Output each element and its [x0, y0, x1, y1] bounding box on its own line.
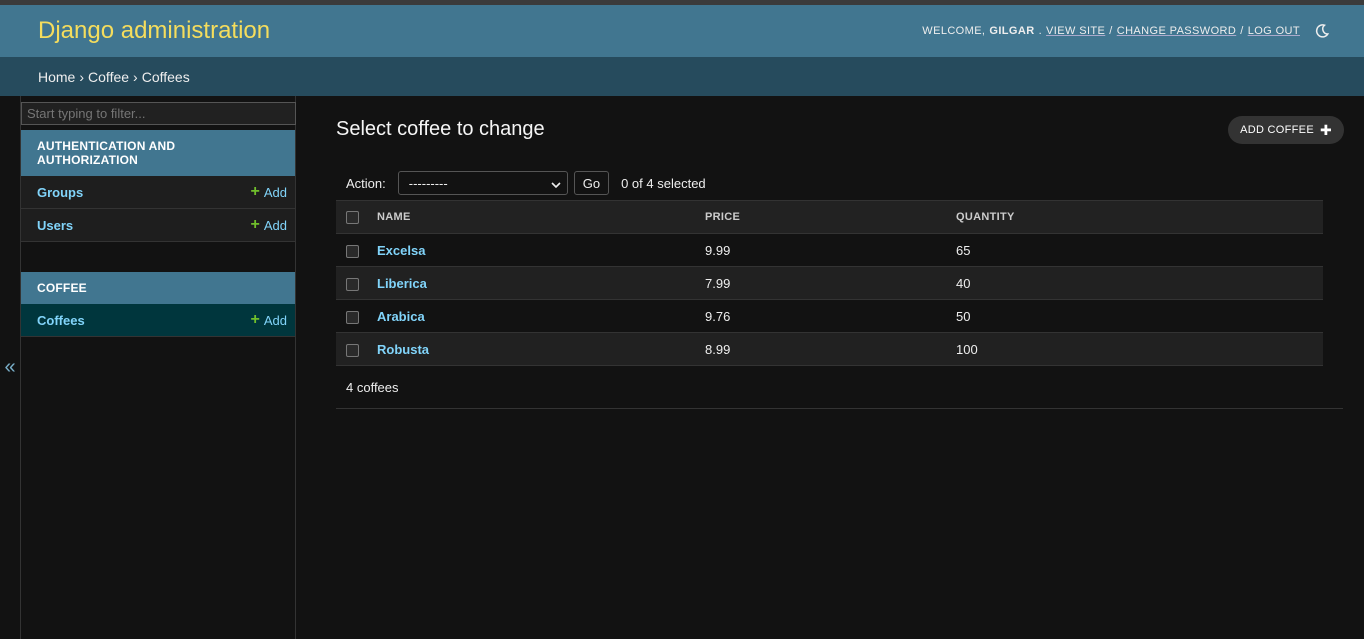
breadcrumb-coffee[interactable]: Coffee — [88, 69, 129, 85]
add-user-link[interactable]: + Add — [251, 217, 287, 233]
paginator: 4 coffees — [336, 366, 1343, 409]
table-row: Arabica 9.76 50 — [336, 299, 1323, 333]
row-quantity: 40 — [955, 266, 1323, 300]
plus-icon: + — [250, 183, 260, 200]
column-header-quantity[interactable]: QUANTITY — [955, 200, 1323, 234]
module-caption-auth[interactable]: AUTHENTICATION AND AUTHORIZATION — [21, 130, 295, 176]
table-row: Excelsa 9.99 65 — [336, 233, 1323, 267]
add-label: Add — [263, 312, 287, 328]
separator: / — [1240, 25, 1244, 37]
change-password-link[interactable]: CHANGE PASSWORD — [1117, 25, 1236, 37]
add-coffee-label: ADD COFFEE — [1240, 124, 1314, 136]
username: GILGAR — [989, 25, 1035, 37]
module-caption-coffee[interactable]: COFFEE — [21, 272, 295, 304]
moon-icon[interactable] — [1314, 23, 1330, 39]
select-all-checkbox[interactable] — [346, 210, 359, 224]
chevron-down-icon — [551, 176, 561, 191]
add-coffee-sidebar-link[interactable]: + Add — [251, 312, 287, 328]
module-auth: AUTHENTICATION AND AUTHORIZATION Groups … — [21, 130, 295, 242]
toggle-sidebar-button[interactable]: « — [0, 96, 21, 639]
row-price: 7.99 — [704, 266, 955, 300]
sidebar-item-coffees: Coffees + Add — [21, 304, 295, 337]
header: Django administration WELCOME, GILGAR. V… — [0, 5, 1364, 57]
row-price: 9.99 — [704, 233, 955, 267]
breadcrumb: Home › Coffee › Coffees — [0, 57, 1364, 96]
row-price: 8.99 — [704, 332, 955, 366]
user-tools: WELCOME, GILGAR. VIEW SITE / CHANGE PASS… — [922, 23, 1330, 39]
row-quantity: 65 — [955, 233, 1323, 267]
row-checkbox[interactable] — [346, 310, 359, 324]
row-checkbox[interactable] — [346, 343, 359, 357]
action-label: Action: — [346, 175, 386, 191]
log-out-link[interactable]: LOG OUT — [1248, 25, 1300, 37]
sidebar-item-groups: Groups + Add — [21, 176, 295, 209]
selection-counter: 0 of 4 selected — [621, 175, 706, 191]
sidebar-item-coffees-link[interactable]: Coffees — [37, 313, 85, 328]
actions-bar: Action: --------- Go 0 of 4 selected — [336, 166, 1364, 200]
add-label: Add — [263, 184, 287, 200]
go-button[interactable]: Go — [573, 171, 610, 195]
plus-icon: + — [250, 216, 260, 233]
add-label: Add — [263, 217, 287, 233]
sidebar: AUTHENTICATION AND AUTHORIZATION Groups … — [21, 96, 296, 639]
welcome-text: WELCOME, — [922, 25, 986, 37]
action-select[interactable]: --------- — [397, 171, 568, 195]
add-coffee-button[interactable]: ADD COFFEE ✚ — [1228, 116, 1344, 144]
sidebar-filter-input[interactable] — [21, 102, 296, 125]
row-checkbox[interactable] — [346, 244, 359, 258]
breadcrumb-separator: › — [79, 68, 85, 85]
breadcrumb-home[interactable]: Home — [38, 69, 75, 85]
row-quantity: 50 — [955, 299, 1323, 333]
column-header-price[interactable]: PRICE — [704, 200, 955, 234]
sidebar-item-groups-link[interactable]: Groups — [37, 185, 83, 200]
row-checkbox[interactable] — [346, 277, 359, 291]
action-selected-value: --------- — [408, 175, 448, 191]
results-table: NAME PRICE QUANTITY Excelsa 9.99 65 Libe — [336, 200, 1343, 409]
content: Select coffee to change ADD COFFEE ✚ Act… — [296, 96, 1364, 639]
row-price: 9.76 — [704, 299, 955, 333]
table-row: Robusta 8.99 100 — [336, 332, 1323, 366]
sidebar-item-users-link[interactable]: Users — [37, 218, 73, 233]
view-site-link[interactable]: VIEW SITE — [1046, 25, 1105, 37]
row-name-link[interactable]: Robusta — [377, 342, 429, 357]
plus-icon: + — [250, 311, 260, 328]
row-name-link[interactable]: Excelsa — [377, 243, 425, 258]
row-name-link[interactable]: Arabica — [377, 309, 425, 324]
plus-icon: ✚ — [1319, 122, 1332, 138]
row-quantity: 100 — [955, 332, 1323, 366]
main-container: « AUTHENTICATION AND AUTHORIZATION Group… — [0, 96, 1364, 639]
row-name-link[interactable]: Liberica — [377, 276, 427, 291]
page-title: Select coffee to change — [336, 118, 545, 140]
sidebar-item-users: Users + Add — [21, 209, 295, 242]
column-header-name[interactable]: NAME — [377, 200, 704, 234]
breadcrumb-coffees: Coffees — [141, 68, 190, 85]
site-branding[interactable]: Django administration — [38, 17, 270, 45]
separator: / — [1109, 25, 1113, 37]
breadcrumb-separator: › — [133, 68, 138, 85]
add-group-link[interactable]: + Add — [251, 184, 287, 200]
module-coffee: COFFEE Coffees + Add — [21, 272, 295, 337]
table-row: Liberica 7.99 40 — [336, 266, 1323, 300]
table-header-row: NAME PRICE QUANTITY — [336, 200, 1323, 234]
